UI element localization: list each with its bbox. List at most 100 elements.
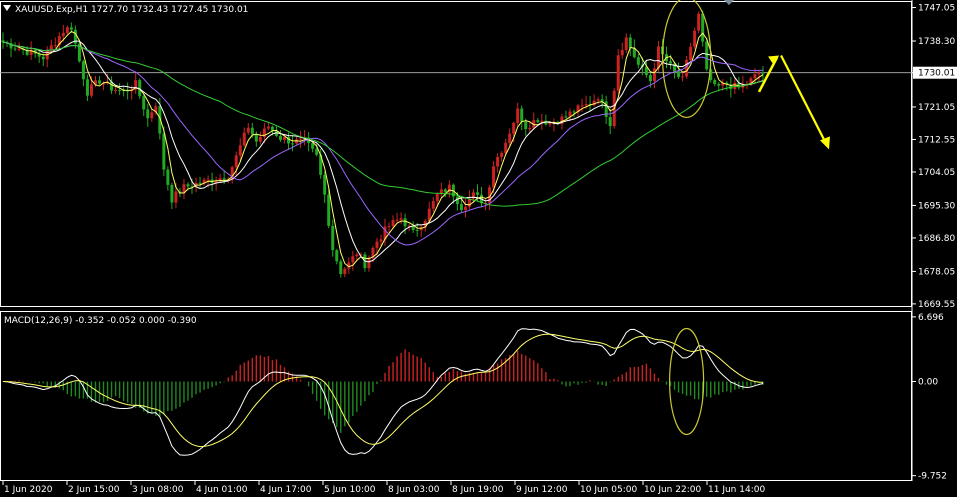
candle-body bbox=[174, 191, 178, 203]
candle-body bbox=[636, 57, 640, 65]
candle-body bbox=[242, 132, 246, 146]
candle-body bbox=[520, 108, 524, 122]
time-tick-label: 10 Jun 22:00 bbox=[644, 485, 701, 495]
macd-tick-label: 6.696 bbox=[918, 313, 944, 323]
candle-body bbox=[536, 120, 540, 123]
candle-body bbox=[146, 109, 150, 119]
time-tick-label: 8 Jun 19:00 bbox=[452, 485, 504, 495]
time-tick-label: 2 Jun 15:00 bbox=[68, 485, 120, 495]
candle-body bbox=[415, 230, 419, 232]
candle-body bbox=[528, 127, 532, 130]
candle-body bbox=[61, 32, 65, 37]
time-tick-label: 1 Jun 2020 bbox=[4, 485, 53, 495]
price-tick-label: 1721.05 bbox=[918, 103, 955, 113]
candle-body bbox=[705, 41, 709, 70]
candle-body bbox=[250, 127, 254, 135]
candle-body bbox=[198, 182, 202, 184]
candle-body bbox=[335, 250, 339, 262]
candle-body bbox=[13, 48, 17, 50]
time-tick-label: 9 Jun 12:00 bbox=[516, 485, 568, 495]
candle-body bbox=[403, 218, 407, 227]
candle-body bbox=[278, 135, 282, 140]
candle-body bbox=[463, 206, 467, 211]
candle-body bbox=[234, 155, 238, 168]
candle-body bbox=[162, 133, 166, 170]
candle-body bbox=[186, 184, 190, 187]
candle-body bbox=[596, 99, 600, 101]
macd-tick-label: 0.00 bbox=[918, 378, 938, 388]
candle-body bbox=[17, 48, 21, 50]
candle-body bbox=[475, 192, 479, 195]
candle-body bbox=[69, 27, 73, 30]
macd-tick-label: -9.752 bbox=[918, 472, 947, 482]
candle-body bbox=[170, 184, 174, 203]
candle-body bbox=[669, 61, 673, 64]
candle-body bbox=[697, 13, 701, 31]
candle-body bbox=[331, 225, 335, 251]
price-tick-label: 1704.05 bbox=[918, 168, 955, 178]
time-tick-label: 5 Jun 10:00 bbox=[324, 485, 376, 495]
candle-body bbox=[81, 61, 85, 80]
candle-body bbox=[291, 143, 295, 145]
candle-body bbox=[114, 89, 118, 91]
candle-body bbox=[395, 219, 399, 221]
candle-body bbox=[65, 27, 69, 33]
price-tick-label: 1712.55 bbox=[918, 135, 955, 145]
price-tick-label: 1695.30 bbox=[918, 201, 955, 211]
candle-body bbox=[584, 104, 588, 106]
time-tick-label: 11 Jun 14:00 bbox=[708, 485, 765, 495]
candle-body bbox=[435, 193, 439, 202]
candle-body bbox=[142, 96, 146, 110]
current-price-label: 1730.01 bbox=[918, 69, 955, 79]
candle-body bbox=[757, 72, 761, 75]
candle-body bbox=[254, 134, 258, 142]
candle-body bbox=[379, 239, 383, 242]
price-tick-label: 1747.05 bbox=[918, 4, 955, 14]
candle-body bbox=[608, 117, 612, 127]
candle-body bbox=[391, 220, 395, 227]
candle-body bbox=[443, 189, 447, 193]
candle-body bbox=[258, 136, 262, 142]
candle-body bbox=[85, 79, 89, 96]
candle-body bbox=[624, 37, 628, 50]
candle-body bbox=[351, 256, 355, 263]
candle-body bbox=[375, 241, 379, 248]
main-chart-title: XAUUSD.Exp,H1 1727.70 1732.43 1727.45 17… bbox=[15, 5, 248, 15]
candle-body bbox=[648, 75, 652, 82]
price-tick-label: 1678.05 bbox=[918, 267, 955, 277]
candle-body bbox=[656, 46, 660, 69]
candle-body bbox=[504, 142, 508, 153]
candle-body bbox=[49, 45, 53, 50]
candle-body bbox=[459, 204, 463, 211]
macd-title: MACD(12,26,9) -0.352 -0.052 0.000 -0.390 bbox=[4, 316, 197, 326]
candle-body bbox=[166, 169, 170, 185]
candle-body bbox=[343, 268, 347, 274]
candle-body bbox=[89, 84, 93, 96]
candle-body bbox=[496, 156, 500, 167]
candle-body bbox=[455, 196, 459, 205]
candle-body bbox=[524, 121, 528, 130]
candle-body bbox=[246, 127, 250, 133]
candle-body bbox=[652, 68, 656, 82]
candle-body bbox=[206, 179, 210, 181]
candle-body bbox=[717, 83, 721, 86]
candle-body bbox=[311, 143, 315, 149]
candle-body bbox=[600, 99, 604, 102]
candle-body bbox=[685, 59, 689, 77]
candle-body bbox=[238, 145, 242, 156]
candle-body bbox=[564, 116, 568, 118]
candle-body bbox=[540, 120, 544, 123]
candle-body bbox=[713, 80, 717, 84]
price-tick-label: 1686.80 bbox=[918, 234, 955, 244]
candle-body bbox=[323, 174, 327, 195]
candle-body bbox=[266, 126, 270, 129]
candle-body bbox=[339, 261, 343, 274]
candle-body bbox=[620, 49, 624, 56]
time-tick-label: 8 Jun 03:00 bbox=[388, 485, 440, 495]
candle-body bbox=[616, 55, 620, 91]
candle-body bbox=[399, 218, 403, 220]
candle-body bbox=[733, 82, 737, 90]
candle-body bbox=[270, 126, 274, 131]
price-tick-label: 1669.55 bbox=[918, 300, 955, 310]
candle-body bbox=[327, 194, 331, 226]
